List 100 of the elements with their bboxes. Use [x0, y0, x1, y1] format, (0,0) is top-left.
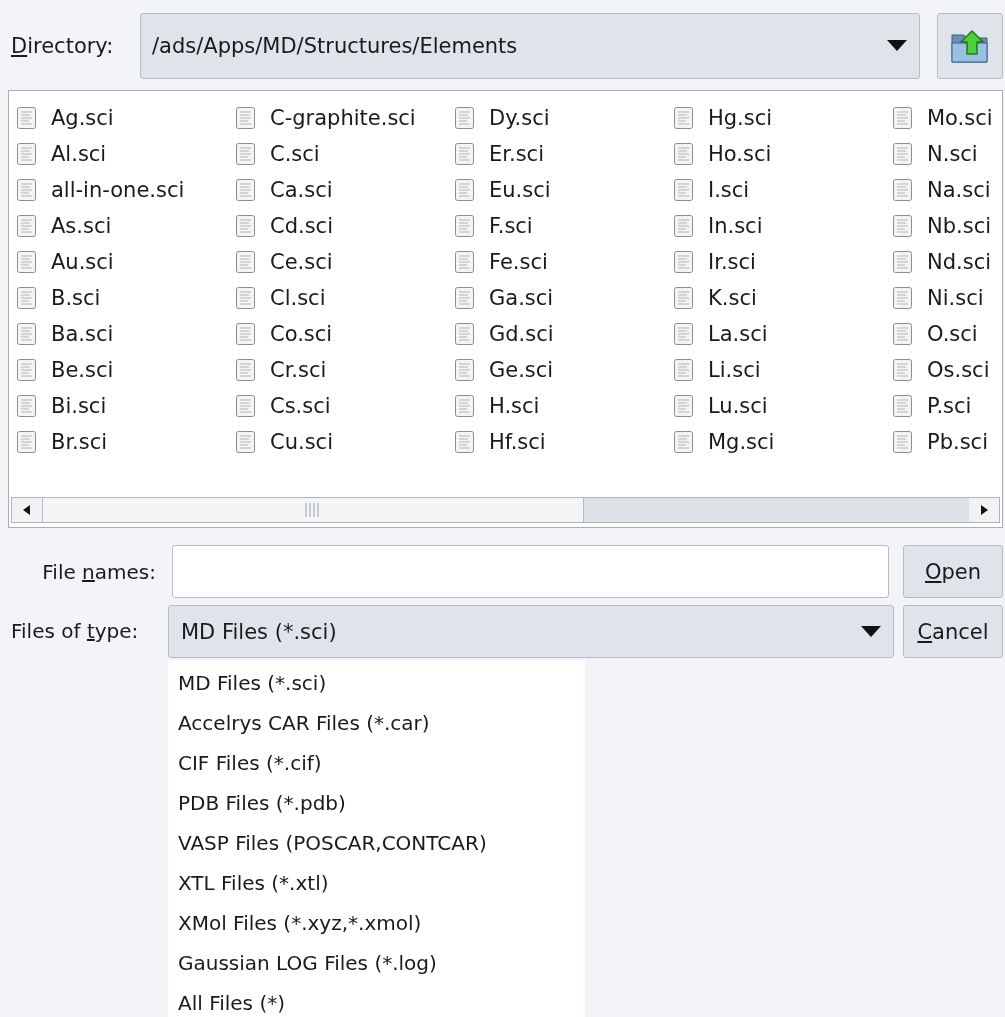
- file-name[interactable]: Fe.sci: [489, 250, 548, 274]
- file-name[interactable]: Dy.sci: [489, 106, 550, 130]
- file-name[interactable]: Ir.sci: [708, 250, 756, 274]
- file-name[interactable]: Al.sci: [51, 142, 107, 166]
- file-name[interactable]: all-in-one.sci: [51, 178, 185, 202]
- document-icon: [893, 323, 912, 345]
- file-name[interactable]: K.sci: [708, 286, 757, 310]
- file-name[interactable]: Pb.sci: [927, 430, 988, 454]
- file-type-option[interactable]: Accelrys CAR Files (*.car): [168, 703, 585, 743]
- file-type-option[interactable]: CIF Files (*.cif): [168, 743, 585, 783]
- file-name[interactable]: Cd.sci: [270, 214, 333, 238]
- document-icon: [17, 179, 36, 201]
- up-folder-button[interactable]: [937, 13, 1003, 79]
- document-icon: [17, 143, 36, 165]
- file-type-option[interactable]: XMol Files (*.xyz,*.xmol): [168, 903, 585, 943]
- file-name[interactable]: N.sci: [927, 142, 978, 166]
- document-icon: [674, 143, 693, 165]
- document-icon: [455, 431, 474, 453]
- file-name[interactable]: Be.sci: [51, 358, 114, 382]
- file-name[interactable]: H.sci: [489, 394, 540, 418]
- file-name[interactable]: Li.sci: [708, 358, 761, 382]
- document-icon: [236, 287, 255, 309]
- document-icon: [455, 215, 474, 237]
- document-icon: [893, 287, 912, 309]
- file-type-option[interactable]: MD Files (*.sci): [168, 663, 585, 703]
- file-name[interactable]: Ca.sci: [270, 178, 333, 202]
- file-type-option[interactable]: Gaussian LOG Files (*.log): [168, 943, 585, 983]
- file-name[interactable]: Ge.sci: [489, 358, 554, 382]
- document-icon: [236, 215, 255, 237]
- file-name[interactable]: C.sci: [270, 142, 320, 166]
- file-name[interactable]: Ce.sci: [270, 250, 333, 274]
- document-icon: [236, 143, 255, 165]
- document-icon: [236, 395, 255, 417]
- document-icon: [893, 359, 912, 381]
- document-icon: [674, 215, 693, 237]
- document-icon: [17, 323, 36, 345]
- file-type-option[interactable]: XTL Files (*.xtl): [168, 863, 585, 903]
- file-name[interactable]: Nd.sci: [927, 250, 992, 274]
- document-icon: [674, 107, 693, 129]
- file-type-option[interactable]: All Files (*): [168, 983, 585, 1017]
- file-name[interactable]: Cl.sci: [270, 286, 326, 310]
- file-name[interactable]: La.sci: [708, 322, 768, 346]
- file-name[interactable]: Eu.sci: [489, 178, 551, 202]
- file-type-option[interactable]: VASP Files (POSCAR,CONTCAR): [168, 823, 585, 863]
- file-name[interactable]: Co.sci: [270, 322, 333, 346]
- document-icon: [236, 107, 255, 129]
- file-name[interactable]: Hg.sci: [708, 106, 773, 130]
- scrollbar-thumb[interactable]: [42, 498, 584, 522]
- file-type-option[interactable]: PDB Files (*.pdb): [168, 783, 585, 823]
- file-name[interactable]: C-graphite.sci: [270, 106, 416, 130]
- file-name[interactable]: Ba.sci: [51, 322, 114, 346]
- document-icon: [674, 323, 693, 345]
- document-icon: [17, 431, 36, 453]
- file-name[interactable]: Os.sci: [927, 358, 990, 382]
- file-name[interactable]: As.sci: [51, 214, 112, 238]
- file-name[interactable]: Er.sci: [489, 142, 544, 166]
- file-name[interactable]: Gd.sci: [489, 322, 554, 346]
- file-name[interactable]: Na.sci: [927, 178, 991, 202]
- file-name[interactable]: I.sci: [708, 178, 750, 202]
- file-name[interactable]: Mo.sci: [927, 106, 993, 130]
- file-name[interactable]: Ni.sci: [927, 286, 984, 310]
- document-icon: [455, 395, 474, 417]
- file-name[interactable]: O.sci: [927, 322, 978, 346]
- open-button[interactable]: Open: [903, 545, 1003, 598]
- file-name-field[interactable]: [172, 545, 889, 598]
- document-icon: [893, 143, 912, 165]
- files-of-type-label: Files of type:: [10, 618, 140, 645]
- file-name[interactable]: Ga.sci: [489, 286, 554, 310]
- document-icon: [893, 215, 912, 237]
- file-name[interactable]: Cs.sci: [270, 394, 331, 418]
- file-type-dropdown[interactable]: MD Files (*.sci): [168, 605, 894, 658]
- caret-icon: [887, 40, 907, 52]
- file-name[interactable]: F.sci: [489, 214, 533, 238]
- file-name[interactable]: Ho.sci: [708, 142, 772, 166]
- file-name[interactable]: P.sci: [927, 394, 972, 418]
- file-name[interactable]: Bi.sci: [51, 394, 107, 418]
- document-icon: [17, 107, 36, 129]
- file-name[interactable]: Lu.sci: [708, 394, 768, 418]
- document-icon: [455, 251, 474, 273]
- document-icon: [893, 107, 912, 129]
- file-name[interactable]: Hf.sci: [489, 430, 546, 454]
- document-icon: [893, 179, 912, 201]
- directory-dropdown[interactable]: /ads/Apps/MD/Structures/Elements: [140, 13, 920, 79]
- document-icon: [455, 359, 474, 381]
- document-icon: [674, 287, 693, 309]
- file-name[interactable]: Cr.sci: [270, 358, 327, 382]
- cancel-button[interactable]: Cancel: [903, 605, 1003, 658]
- file-name[interactable]: Cu.sci: [270, 430, 333, 454]
- file-name[interactable]: B.sci: [51, 286, 101, 310]
- file-name[interactable]: Nb.sci: [927, 214, 992, 238]
- folder-up-icon: [950, 27, 990, 65]
- document-icon: [674, 179, 693, 201]
- file-name[interactable]: In.sci: [708, 214, 763, 238]
- file-name[interactable]: Au.sci: [51, 250, 114, 274]
- file-name[interactable]: Br.sci: [51, 430, 108, 454]
- document-icon: [17, 395, 36, 417]
- directory-label: Directory:: [10, 34, 115, 58]
- file-name[interactable]: Ag.sci: [51, 106, 114, 130]
- file-name[interactable]: Mg.sci: [708, 430, 775, 454]
- horizontal-scrollbar[interactable]: [11, 497, 1000, 523]
